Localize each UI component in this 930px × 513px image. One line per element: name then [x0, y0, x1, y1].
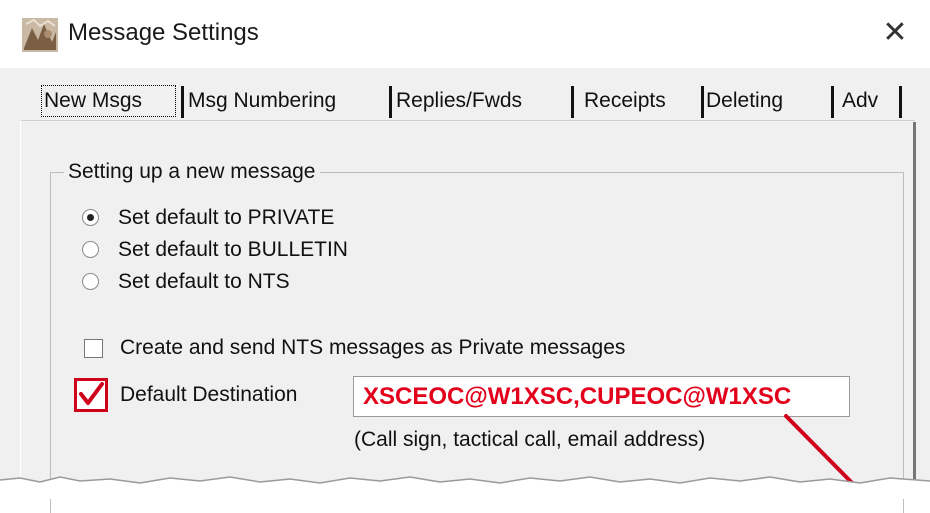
- radio-button[interactable]: [82, 241, 99, 258]
- radio-button[interactable]: [82, 209, 99, 226]
- tab-separator: [899, 86, 902, 118]
- panel-edge: [913, 122, 916, 492]
- radio-label: Set default to NTS: [118, 270, 290, 293]
- default-destination-input[interactable]: XSCEOC@W1XSC,CUPEOC@W1XSC: [353, 376, 850, 417]
- torn-edge: [0, 476, 930, 499]
- radio-label: Set default to BULLETIN: [118, 238, 348, 261]
- tab-label: Adv: [842, 89, 879, 112]
- app-icon: [22, 18, 58, 52]
- close-icon[interactable]: ✕: [872, 14, 918, 54]
- radio-label: Set default to PRIVATE: [118, 206, 335, 229]
- tab-separator: [831, 86, 834, 118]
- radio-button[interactable]: [82, 273, 99, 290]
- focus-rectangle: [41, 85, 176, 117]
- tab-label: Receipts: [584, 89, 666, 112]
- tab-label: Deleting: [706, 89, 784, 112]
- default-destination-checkbox[interactable]: [74, 378, 108, 412]
- group-legend: Setting up a new message: [64, 158, 320, 186]
- window-title: Message Settings: [68, 19, 259, 46]
- tab-deleting[interactable]: Deleting: [700, 82, 834, 120]
- checkmark-icon: [79, 382, 104, 405]
- tab-label: Msg Numbering: [188, 89, 337, 112]
- nts-private-label: Create and send NTS messages as Private …: [120, 336, 626, 359]
- tab-msg-numbering[interactable]: Msg Numbering: [182, 82, 392, 120]
- destination-hint: (Call sign, tactical call, email address…: [354, 428, 706, 451]
- radio-dot: [87, 214, 94, 221]
- title-bar: Message Settings ✕: [0, 0, 930, 68]
- nts-private-checkbox[interactable]: [84, 339, 103, 358]
- tab-separator: [571, 86, 574, 118]
- tab-replies-fwds[interactable]: Replies/Fwds: [390, 82, 574, 120]
- tab-label: Replies/Fwds: [396, 89, 523, 112]
- tab-receipts[interactable]: Receipts: [578, 82, 704, 120]
- tab-adv[interactable]: Adv: [836, 82, 902, 120]
- tab-new-msgs[interactable]: New Msgs: [38, 82, 184, 120]
- default-destination-label: Default Destination: [120, 383, 298, 406]
